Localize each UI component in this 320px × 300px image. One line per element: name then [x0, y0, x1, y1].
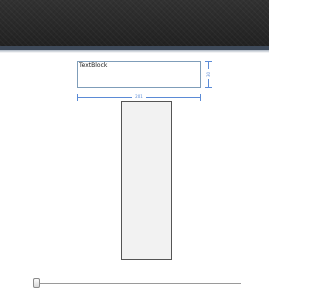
width-dimension-label: 201 [132, 93, 146, 101]
slider-thumb[interactable] [33, 278, 40, 288]
height-dimension-cap-top [205, 61, 212, 62]
height-dimension-cap-bottom [205, 87, 212, 88]
textblock-text: TextBlock [79, 62, 108, 69]
title-bar [0, 0, 269, 46]
rectangle-element[interactable] [121, 101, 172, 260]
width-dimension-cap-right [200, 94, 201, 101]
height-dimension-label: 30 [204, 69, 213, 79]
width-dimension-cap-left [77, 94, 78, 101]
designer-window: TextBlock 30 201 [0, 0, 269, 300]
title-bar-shadow [0, 50, 269, 53]
textblock-element[interactable]: TextBlock [77, 61, 201, 88]
slider-track[interactable] [38, 283, 241, 284]
